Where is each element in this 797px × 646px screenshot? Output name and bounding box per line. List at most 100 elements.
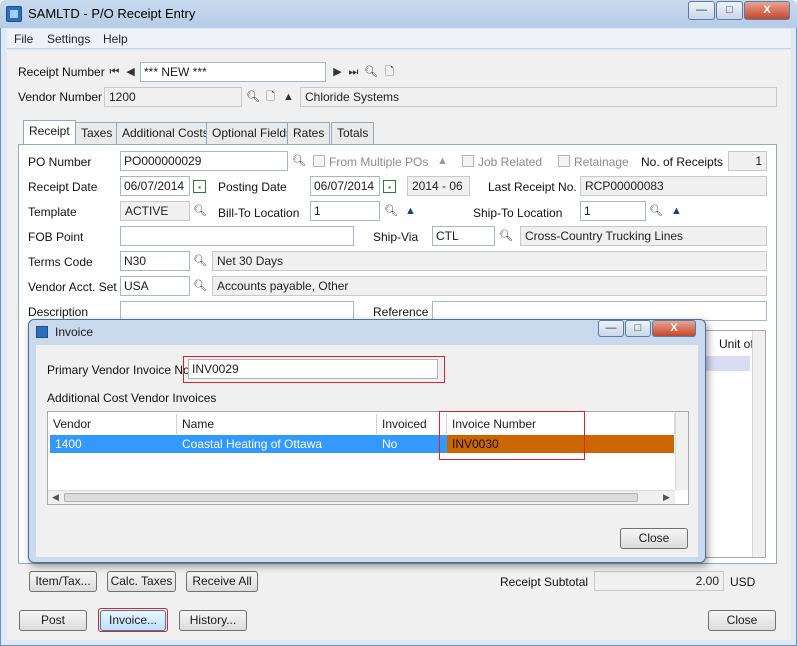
- previous-record-icon[interactable]: ◀: [124, 66, 137, 79]
- terms-code-input[interactable]: N30: [120, 251, 190, 271]
- item-tax-button[interactable]: Item/Tax...: [29, 571, 97, 592]
- column-name[interactable]: Name: [177, 414, 377, 434]
- vendor-number-label: Vendor Number: [18, 90, 103, 104]
- invoice-minimize-button[interactable]: —: [598, 320, 624, 337]
- fob-label: FOB Point: [28, 230, 84, 244]
- receipt-number-label: Receipt Number: [18, 65, 105, 79]
- description-input[interactable]: [120, 301, 354, 321]
- bill-to-label: Bill-To Location: [218, 206, 300, 220]
- po-number-label: PO Number: [28, 155, 92, 169]
- ship-to-input[interactable]: 1: [580, 201, 646, 221]
- receipt-subtotal-label: Receipt Subtotal: [500, 575, 589, 589]
- window-title: SAMLTD - P/O Receipt Entry: [28, 6, 196, 21]
- ship-to-finder-icon[interactable]: 🔍︎: [649, 205, 663, 218]
- scroll-thumb[interactable]: [64, 493, 638, 502]
- invoice-button[interactable]: Invoice...: [100, 610, 166, 631]
- next-record-icon[interactable]: ▶: [331, 66, 344, 79]
- from-multiple-pos-label: From Multiple POs: [329, 155, 429, 169]
- vendor-finder-icon[interactable]: 🔍︎: [246, 91, 260, 104]
- tab-optional-fields[interactable]: Optional Fields: [206, 122, 299, 144]
- tab-additional-costs[interactable]: Additional Costs: [116, 122, 215, 144]
- ship-via-finder-icon[interactable]: 🔍︎: [499, 230, 513, 243]
- reference-label: Reference: [373, 305, 429, 319]
- grid-selected-row[interactable]: [706, 356, 750, 371]
- invoice-grid-hscrollbar[interactable]: ◀ ▶: [48, 490, 675, 504]
- posting-date-input[interactable]: 06/07/2014: [310, 176, 380, 196]
- menu-help[interactable]: Help: [103, 32, 128, 46]
- from-multiple-pos-checkbox[interactable]: [313, 155, 325, 167]
- currency-label: USD: [730, 575, 756, 589]
- po-number-input[interactable]: PO000000029: [120, 151, 288, 171]
- job-related-checkbox[interactable]: [462, 155, 474, 167]
- app-icon: [6, 6, 22, 22]
- invoice-maximize-button[interactable]: □: [625, 320, 651, 337]
- collapse-arrow-icon[interactable]: ▲: [436, 155, 449, 168]
- tab-taxes[interactable]: Taxes: [75, 122, 119, 144]
- vendor-acct-set-label: Vendor Acct. Set: [28, 280, 117, 294]
- column-vendor[interactable]: Vendor: [48, 414, 177, 434]
- maximize-button[interactable]: □: [716, 1, 743, 20]
- bill-to-input[interactable]: 1: [310, 201, 380, 221]
- scroll-right-icon[interactable]: ▶: [663, 492, 670, 503]
- grid-vertical-scrollbar[interactable]: [752, 331, 765, 557]
- reference-input[interactable]: [432, 301, 767, 321]
- new-document-icon[interactable]: 🗋: [383, 66, 396, 79]
- column-invoiced[interactable]: Invoiced: [377, 414, 447, 434]
- grid-column-unit-of: Unit of: [719, 337, 754, 351]
- receipt-number-input[interactable]: *** NEW ***: [140, 62, 326, 82]
- finder-icon[interactable]: 🔍︎: [364, 66, 378, 79]
- receipt-date-input[interactable]: 06/07/2014: [120, 176, 190, 196]
- menu-file[interactable]: File: [14, 32, 33, 46]
- close-window-button[interactable]: X: [744, 1, 790, 20]
- bill-to-drilldown-icon[interactable]: ▲: [404, 205, 417, 218]
- ship-via-description: Cross-Country Trucking Lines: [520, 226, 767, 246]
- vendor-number-input[interactable]: 1200: [104, 87, 242, 107]
- vendor-name-field: Chloride Systems: [300, 87, 777, 107]
- invoice-close-button[interactable]: Close: [620, 528, 688, 549]
- first-record-icon[interactable]: ⏮: [108, 66, 121, 79]
- primary-invoice-label: Primary Vendor Invoice No.: [47, 363, 194, 377]
- primary-invoice-input[interactable]: INV0029: [188, 359, 438, 379]
- vendor-document-icon[interactable]: 🗋: [264, 91, 277, 104]
- calc-taxes-button[interactable]: Calc. Taxes: [107, 571, 176, 592]
- additional-invoices-label: Additional Cost Vendor Invoices: [47, 391, 217, 405]
- close-button[interactable]: Close: [708, 610, 776, 631]
- retainage-label: Retainage: [574, 155, 629, 169]
- vendor-acct-finder-icon[interactable]: 🔍︎: [193, 280, 207, 293]
- receipt-date-calendar-icon[interactable]: ▪: [193, 180, 206, 193]
- last-record-icon[interactable]: ⏭: [347, 66, 360, 79]
- history-button[interactable]: History...: [179, 610, 247, 631]
- tab-rates[interactable]: Rates: [287, 122, 331, 144]
- scroll-left-icon[interactable]: ◀: [52, 492, 59, 503]
- template-label: Template: [28, 205, 77, 219]
- invoice-close-x-button[interactable]: X: [652, 320, 696, 337]
- fiscal-period-field: 2014 - 06: [407, 176, 470, 196]
- vendor-acct-description: Accounts payable, Other: [212, 276, 767, 296]
- bill-to-finder-icon[interactable]: 🔍︎: [384, 205, 398, 218]
- ship-to-drilldown-icon[interactable]: ▲: [670, 205, 683, 218]
- ship-via-input[interactable]: CTL: [432, 226, 495, 246]
- tab-totals[interactable]: Totals: [331, 122, 375, 144]
- vendor-acct-set-input[interactable]: USA: [120, 276, 190, 296]
- terms-finder-icon[interactable]: 🔍︎: [193, 255, 207, 268]
- no-of-receipts-label: No. of Receipts: [641, 155, 724, 169]
- vendor-drilldown-icon[interactable]: ▲: [282, 91, 295, 104]
- row-invoiced-cell[interactable]: No: [377, 435, 447, 453]
- row-name-cell[interactable]: Coastal Heating of Ottawa: [177, 435, 377, 453]
- minimize-button[interactable]: —: [688, 1, 715, 20]
- tab-receipt[interactable]: Receipt: [23, 120, 76, 144]
- menu-settings[interactable]: Settings: [47, 32, 90, 46]
- row-vendor-cell[interactable]: 1400: [50, 435, 177, 453]
- post-button[interactable]: Post: [19, 610, 87, 631]
- posting-date-calendar-icon[interactable]: ▪: [383, 180, 396, 193]
- template-field[interactable]: ACTIVE: [120, 201, 190, 221]
- terms-code-label: Terms Code: [28, 255, 93, 269]
- last-receipt-label: Last Receipt No.: [488, 180, 577, 194]
- invoice-grid-vscrollbar[interactable]: [675, 412, 688, 490]
- fob-input[interactable]: [120, 226, 354, 246]
- template-finder-icon[interactable]: 🔍︎: [193, 205, 207, 218]
- retainage-checkbox[interactable]: [558, 155, 570, 167]
- receive-all-button[interactable]: Receive All: [186, 571, 258, 592]
- po-finder-icon[interactable]: 🔍︎: [292, 155, 306, 168]
- job-related-label: Job Related: [478, 155, 543, 169]
